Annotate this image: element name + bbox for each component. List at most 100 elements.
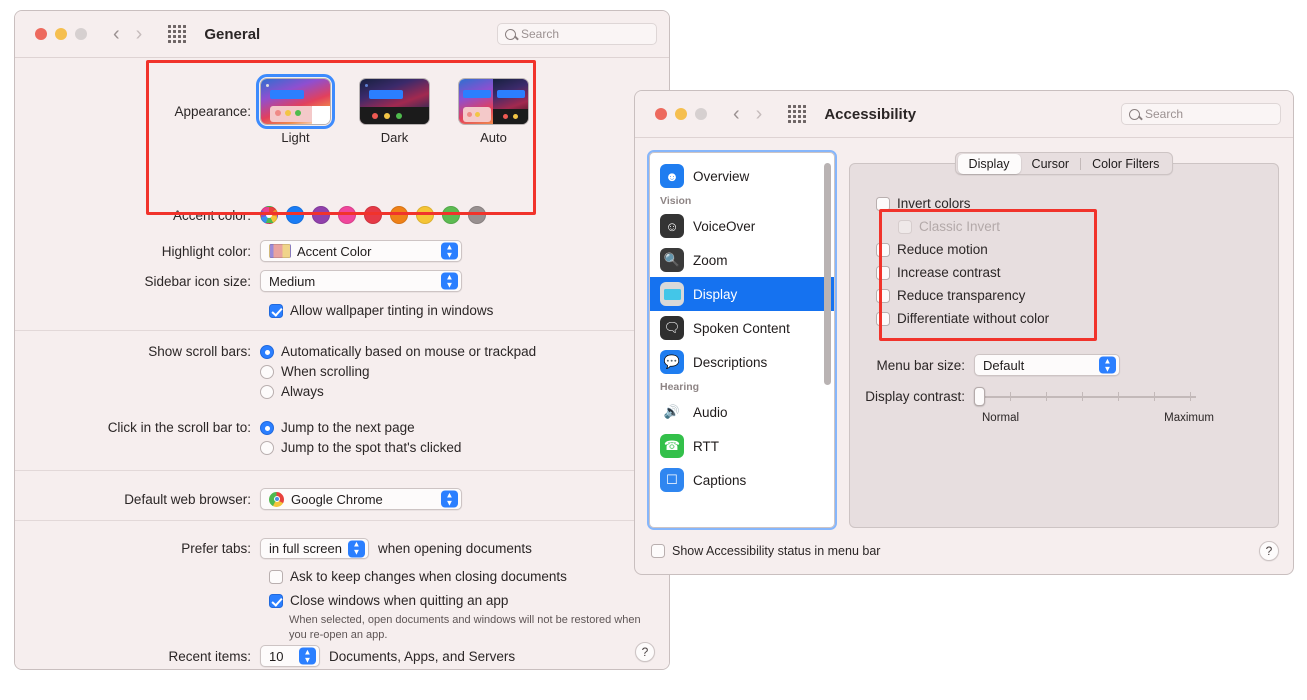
accent-swatch-graphite[interactable]: [468, 206, 486, 224]
radio-icon[interactable]: [260, 365, 274, 379]
click-scroll-bar-options[interactable]: Jump to the next page Jump to the spot t…: [260, 420, 461, 460]
window-controls[interactable]: [35, 28, 87, 40]
appearance-options[interactable]: Light Dark: [260, 78, 529, 145]
ask-keep-changes-checkbox[interactable]: Ask to keep changes when closing documen…: [269, 569, 567, 584]
search-input[interactable]: Search: [497, 23, 657, 45]
show-status-checkbox[interactable]: Show Accessibility status in menu bar: [651, 544, 880, 558]
default-browser-select[interactable]: Google Chrome ▲▼: [260, 488, 462, 510]
sidebar-item-zoom[interactable]: 🔍 Zoom: [650, 243, 834, 277]
recent-items-value: 10: [269, 649, 283, 664]
sidebar-item-rtt[interactable]: ☎ RTT: [650, 429, 834, 463]
back-icon[interactable]: ‹: [733, 104, 740, 124]
accent-swatch-pink[interactable]: [338, 206, 356, 224]
checkbox-icon[interactable]: [876, 243, 890, 257]
appearance-option-light[interactable]: Light: [260, 78, 331, 145]
slider-tick: [1046, 392, 1047, 401]
zoom-icon: 🔍: [660, 248, 684, 272]
accent-swatch-yellow[interactable]: [416, 206, 434, 224]
navigation-arrows[interactable]: ‹ ›: [113, 24, 142, 44]
close-button[interactable]: [35, 28, 47, 40]
checkbox-icon[interactable]: [269, 304, 283, 318]
light-thumbnail[interactable]: [260, 78, 331, 125]
accent-swatch-orange[interactable]: [390, 206, 408, 224]
help-button[interactable]: ?: [1259, 541, 1279, 561]
sidebar-item-captions[interactable]: ☐ Captions: [650, 463, 834, 497]
navigation-arrows[interactable]: ‹ ›: [733, 104, 762, 124]
radio-icon[interactable]: [260, 421, 274, 435]
dark-thumbnail[interactable]: [359, 78, 430, 125]
sidebar-item-label: Descriptions: [693, 355, 767, 370]
checkbox-icon[interactable]: [651, 544, 665, 558]
checkbox-icon[interactable]: [876, 197, 890, 211]
minimize-button[interactable]: [675, 108, 687, 120]
default-browser-row: Default web browser: Google Chrome ▲▼: [15, 488, 669, 510]
wallpaper-tinting-checkbox[interactable]: Allow wallpaper tinting in windows: [269, 303, 493, 318]
show-all-icon[interactable]: [168, 25, 186, 43]
sidebar-item-spoken-content[interactable]: 🗨 Spoken Content: [650, 311, 834, 345]
accent-swatch-purple[interactable]: [312, 206, 330, 224]
rtt-icon: ☎: [660, 434, 684, 458]
radio-when-scrolling[interactable]: When scrolling: [260, 364, 536, 379]
back-icon[interactable]: ‹: [113, 24, 120, 44]
radio-jump-to-spot[interactable]: Jump to the spot that's clicked: [260, 440, 461, 455]
accent-swatch-red[interactable]: [364, 206, 382, 224]
radio-always[interactable]: Always: [260, 384, 536, 399]
checkbox-icon[interactable]: [876, 266, 890, 280]
tab-cursor[interactable]: Cursor: [1021, 154, 1081, 174]
radio-label: When scrolling: [281, 364, 370, 379]
menu-bar-size-select[interactable]: Default ▲▼: [974, 354, 1120, 376]
recent-items-label: Recent items:: [15, 649, 260, 664]
accessibility-sidebar[interactable]: ☻ Overview Vision ☺ VoiceOver 🔍 Zoom: [649, 152, 835, 528]
checkbox-icon[interactable]: [269, 594, 283, 608]
auto-thumbnail[interactable]: [458, 78, 529, 125]
tab-color-filters[interactable]: Color Filters: [1081, 154, 1170, 174]
slider-knob[interactable]: [974, 387, 985, 406]
accent-swatch-green[interactable]: [442, 206, 460, 224]
recent-items-select[interactable]: 10 ▲▼: [260, 645, 320, 667]
radio-icon[interactable]: [260, 345, 274, 359]
sidebar-item-overview[interactable]: ☻ Overview: [650, 159, 834, 193]
differentiate-without-color-checkbox[interactable]: Differentiate without color: [876, 311, 1049, 326]
sidebar-item-descriptions[interactable]: 💬 Descriptions: [650, 345, 834, 379]
sidebar-item-display[interactable]: Display: [650, 277, 834, 311]
show-all-icon[interactable]: [788, 105, 806, 123]
default-browser-value: Google Chrome: [291, 492, 383, 507]
minimize-button[interactable]: [55, 28, 67, 40]
accent-color-swatches[interactable]: [260, 206, 486, 224]
window-controls[interactable]: [655, 108, 707, 120]
display-checkbox-group[interactable]: Invert colors Classic Invert Reduce moti…: [876, 196, 1049, 326]
checkbox-icon[interactable]: [876, 289, 890, 303]
prefer-tabs-select[interactable]: in full screen ▲▼: [260, 538, 369, 559]
increase-contrast-checkbox[interactable]: Increase contrast: [876, 265, 1049, 280]
show-scroll-bars-options[interactable]: Automatically based on mouse or trackpad…: [260, 344, 536, 404]
reduce-transparency-checkbox[interactable]: Reduce transparency: [876, 288, 1049, 303]
radio-automatically[interactable]: Automatically based on mouse or trackpad: [260, 344, 536, 359]
radio-jump-next-page[interactable]: Jump to the next page: [260, 420, 461, 435]
sidebar-item-audio[interactable]: 🔊 Audio: [650, 395, 834, 429]
radio-icon[interactable]: [260, 385, 274, 399]
sidebar-icon-size-select[interactable]: Medium ▲▼: [260, 270, 462, 292]
tab-bar[interactable]: Display Cursor Color Filters: [955, 152, 1173, 175]
close-windows-checkbox[interactable]: Close windows when quitting an app: [269, 593, 508, 608]
radio-icon[interactable]: [260, 441, 274, 455]
help-button[interactable]: ?: [635, 642, 655, 662]
close-button[interactable]: [655, 108, 667, 120]
appearance-option-auto[interactable]: Auto: [458, 78, 529, 145]
checkbox-icon[interactable]: [269, 570, 283, 584]
search-icon: [505, 29, 516, 40]
display-contrast-slider[interactable]: [974, 390, 1196, 404]
highlight-color-select[interactable]: Accent Color ▲▼: [260, 240, 462, 262]
checkbox-icon[interactable]: [876, 312, 890, 326]
tab-display[interactable]: Display: [958, 154, 1021, 174]
accent-swatch-blue[interactable]: [286, 206, 304, 224]
reduce-motion-checkbox[interactable]: Reduce motion: [876, 242, 1049, 257]
display-tabs[interactable]: Display Cursor Color Filters: [849, 152, 1279, 175]
scrollbar-thumb[interactable]: [824, 163, 831, 385]
invert-colors-checkbox[interactable]: Invert colors: [876, 196, 1049, 211]
accessibility-sidebar-list[interactable]: ☻ Overview Vision ☺ VoiceOver 🔍 Zoom: [650, 153, 834, 497]
sidebar-scrollbar[interactable]: [824, 159, 831, 521]
accent-swatch-multicolor[interactable]: [260, 206, 278, 224]
sidebar-item-voiceover[interactable]: ☺ VoiceOver: [650, 209, 834, 243]
search-input[interactable]: Search: [1121, 103, 1281, 125]
appearance-option-dark[interactable]: Dark: [359, 78, 430, 145]
